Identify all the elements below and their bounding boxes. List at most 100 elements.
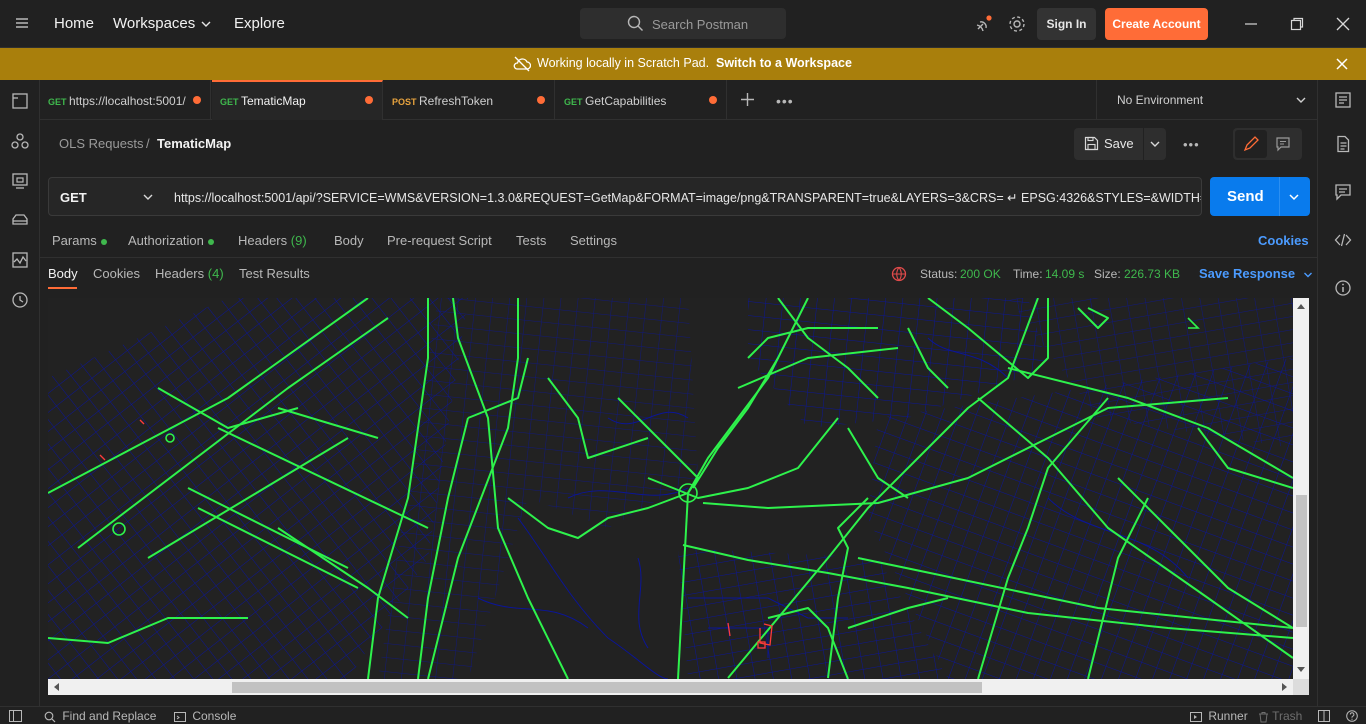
environment-quicklook-icon[interactable] xyxy=(1334,91,1352,109)
save-response-button[interactable]: Save Response xyxy=(1199,266,1313,281)
restore-icon[interactable] xyxy=(1290,17,1304,31)
indicator-dot-icon xyxy=(100,238,107,245)
runner-button[interactable]: Runner xyxy=(1190,709,1248,723)
nav-home[interactable]: Home xyxy=(54,15,94,32)
status-value[interactable]: 200 OK xyxy=(960,267,1001,281)
nav-workspaces[interactable]: Workspaces xyxy=(113,15,195,32)
edit-icon[interactable] xyxy=(1235,130,1267,158)
banner-text: Working locally in Scratch Pad. xyxy=(537,56,710,70)
chevron-down-icon xyxy=(1295,94,1307,106)
tab-authorization[interactable]: Authorization xyxy=(128,233,214,248)
tab-pre-request-script[interactable]: Pre-request Script xyxy=(387,233,492,248)
vertical-scroll-thumb[interactable] xyxy=(1296,495,1307,627)
environments-icon[interactable] xyxy=(11,172,29,190)
create-account-button[interactable]: Create Account xyxy=(1105,8,1208,40)
more-options-icon[interactable]: ••• xyxy=(1183,137,1200,152)
active-tab-underline xyxy=(48,287,77,289)
gear-icon[interactable] xyxy=(1007,14,1027,34)
size-value[interactable]: 226.73 KB xyxy=(1124,267,1180,281)
method-select[interactable]: GET xyxy=(48,177,164,216)
breadcrumb-separator: / xyxy=(146,136,150,151)
environment-select[interactable]: No Environment xyxy=(1096,80,1317,120)
unsaved-dot-icon xyxy=(709,96,717,104)
comments-icon[interactable] xyxy=(1334,183,1352,201)
scroll-up-icon[interactable] xyxy=(1297,303,1305,309)
tab-tests[interactable]: Tests xyxy=(516,233,546,248)
response-headers-label: Headers xyxy=(155,266,205,281)
chevron-down-icon xyxy=(142,191,154,203)
close-window-icon[interactable] xyxy=(1336,17,1350,31)
response-tab-cookies[interactable]: Cookies xyxy=(93,266,140,281)
console-icon xyxy=(174,711,186,722)
time-value[interactable]: 14.09 s xyxy=(1045,267,1084,281)
satellite-sync-icon[interactable] xyxy=(974,14,994,34)
cookies-link[interactable]: Cookies xyxy=(1258,233,1309,248)
console-label: Console xyxy=(192,709,237,723)
tab-localhost[interactable]: GET https://localhost:5001/ xyxy=(40,80,211,120)
tab-headers[interactable]: Headers (9) xyxy=(238,233,307,248)
breadcrumb-parent[interactable]: OLS Requests xyxy=(59,136,144,151)
tab-params[interactable]: Params xyxy=(52,233,107,248)
nav-explore[interactable]: Explore xyxy=(234,15,285,32)
more-tabs-icon[interactable]: ••• xyxy=(776,93,794,109)
tab-label: GetCapabilities xyxy=(585,94,667,108)
globe-network-icon[interactable] xyxy=(891,266,907,282)
method-value: GET xyxy=(60,190,87,205)
chevron-down-icon xyxy=(200,18,212,30)
headers-label: Headers xyxy=(238,233,288,248)
monitors-icon[interactable] xyxy=(11,251,29,269)
unsaved-dot-icon xyxy=(193,96,201,104)
collections-icon[interactable] xyxy=(11,92,29,110)
status-label: Status: xyxy=(920,267,958,281)
chevron-down-icon[interactable] xyxy=(1288,191,1300,203)
toggle-sidebar-icon[interactable] xyxy=(9,710,22,722)
response-headers-count: (4) xyxy=(207,266,224,281)
send-button[interactable]: Send xyxy=(1210,177,1310,216)
menu-icon[interactable] xyxy=(15,16,29,30)
url-input[interactable]: https://localhost:5001/api/?SERVICE=WMS&… xyxy=(163,177,1202,216)
code-icon[interactable] xyxy=(1334,231,1352,249)
response-tab-body[interactable]: Body xyxy=(48,266,78,281)
comment-icon[interactable] xyxy=(1275,136,1291,152)
find-replace-button[interactable]: Find and Replace xyxy=(44,709,156,723)
response-tab-headers[interactable]: Headers (4) xyxy=(155,266,224,281)
tab-body[interactable]: Body xyxy=(334,233,364,248)
right-sidebar xyxy=(1317,80,1366,706)
search-icon xyxy=(627,15,644,32)
indicator-dot-icon xyxy=(207,238,214,245)
tab-settings[interactable]: Settings xyxy=(570,233,617,248)
history-icon[interactable] xyxy=(11,291,29,309)
search-placeholder: Search Postman xyxy=(652,17,749,32)
chevron-down-icon[interactable] xyxy=(1149,138,1161,150)
info-icon[interactable] xyxy=(1334,279,1352,297)
tab-refreshtoken[interactable]: POST RefreshToken xyxy=(384,80,555,120)
size-label: Size: xyxy=(1094,267,1121,281)
tab-getcapabilities[interactable]: GET GetCapabilities xyxy=(556,80,727,120)
console-button[interactable]: Console xyxy=(174,709,236,723)
save-response-label: Save Response xyxy=(1199,266,1296,281)
documentation-icon[interactable] xyxy=(1334,135,1352,153)
two-pane-view-icon[interactable] xyxy=(1318,710,1330,722)
response-tab-test-results[interactable]: Test Results xyxy=(239,266,310,281)
unsaved-dot-icon xyxy=(365,96,373,104)
new-tab-plus-icon[interactable] xyxy=(740,92,755,107)
close-icon[interactable] xyxy=(1335,57,1349,71)
sign-in-button[interactable]: Sign In xyxy=(1037,8,1096,40)
trash-button[interactable]: Trash xyxy=(1258,709,1302,723)
scroll-corner xyxy=(1293,679,1309,695)
minimize-icon[interactable] xyxy=(1244,17,1258,31)
page-title[interactable]: TematicMap xyxy=(157,136,231,151)
scroll-down-icon[interactable] xyxy=(1297,667,1305,673)
apis-icon[interactable] xyxy=(11,132,29,150)
help-icon[interactable] xyxy=(1346,710,1358,722)
horizontal-scroll-thumb[interactable] xyxy=(232,682,982,693)
scroll-right-icon[interactable] xyxy=(1282,683,1288,691)
send-label: Send xyxy=(1227,188,1264,205)
save-button[interactable]: Save xyxy=(1074,128,1166,160)
scroll-left-icon[interactable] xyxy=(53,683,59,691)
tab-label: https://localhost:5001/ xyxy=(69,94,186,108)
switch-workspace-link[interactable]: Switch to a Workspace xyxy=(716,56,852,70)
mock-servers-icon[interactable] xyxy=(11,211,29,229)
tab-tematicmap[interactable]: GET TematicMap xyxy=(212,80,383,120)
search-box[interactable]: Search Postman xyxy=(580,8,786,39)
